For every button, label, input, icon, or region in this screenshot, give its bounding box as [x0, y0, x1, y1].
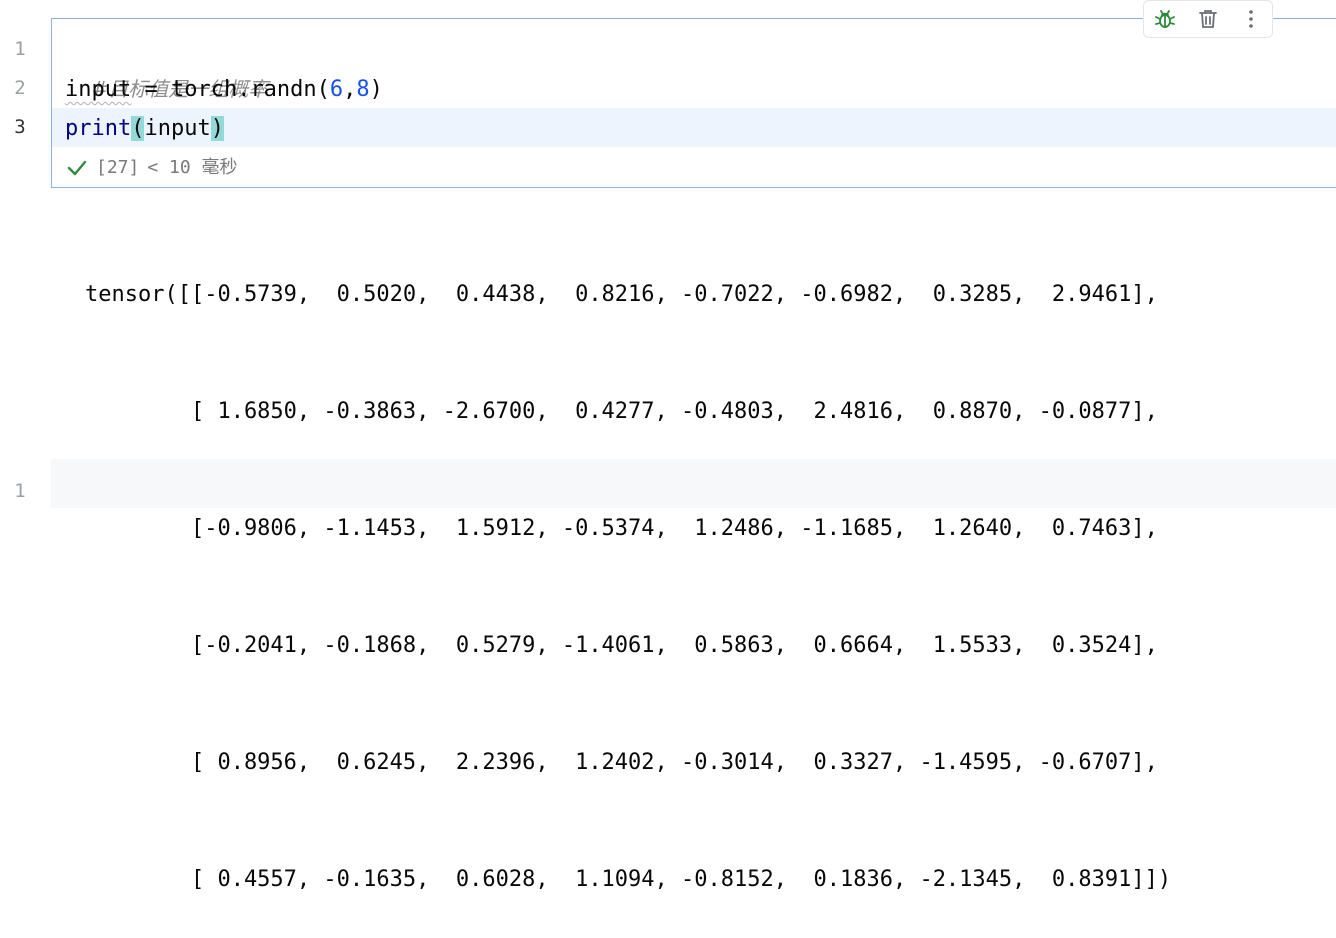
- current-line-highlight: [52, 108, 1336, 147]
- line-number-3: 3: [14, 116, 26, 138]
- code-paren-close: ): [210, 116, 224, 141]
- more-vertical-icon: [1248, 10, 1253, 28]
- output-line: [ 0.8956, 0.6245, 2.2396, 1.2402, -0.301…: [85, 750, 1158, 775]
- output-line: [-0.9806, -1.1453, 1.5912, -0.5374, 1.24…: [85, 516, 1158, 541]
- code-number: 6: [329, 77, 344, 102]
- code-argument: input: [144, 116, 211, 141]
- output-line: [ 1.6850, -0.3863, -2.6700, 0.4277, -0.4…: [85, 399, 1158, 424]
- check-icon: [67, 160, 87, 176]
- code-builtin-function: print: [65, 116, 132, 141]
- execution-status: [27] < 10 毫秒: [66, 153, 238, 183]
- execution-duration: < 10 毫秒: [147, 157, 238, 178]
- output-line: [-0.2041, -0.1868, 0.5279, -1.4061, 0.58…: [85, 633, 1158, 658]
- line-number-1: 1: [14, 38, 26, 60]
- code-text: = torch.randn(: [131, 77, 330, 102]
- execution-count: [27]: [96, 157, 140, 178]
- code-line-3[interactable]: print(input): [65, 109, 224, 148]
- next-cell-line-number-1: 1: [14, 480, 26, 502]
- output-line: [ 0.4557, -0.1635, 0.6028, 1.1094, -0.81…: [85, 867, 1172, 892]
- output-line: tensor([[-0.5739, 0.5020, 0.4438, 0.8216…: [85, 282, 1158, 307]
- bug-icon: [1155, 10, 1176, 28]
- next-code-cell[interactable]: [51, 459, 1336, 508]
- code-paren: ): [369, 77, 383, 102]
- cell-toolbar: [1143, 0, 1273, 38]
- delete-cell-button[interactable]: [1194, 5, 1222, 33]
- line-number-2: 2: [14, 77, 26, 99]
- cell-output: tensor([[-0.5739, 0.5020, 0.4438, 0.8216…: [85, 197, 1171, 938]
- code-line-1[interactable]: #目标值是一组概率: [65, 31, 269, 101]
- code-line-2[interactable]: input = torch.randn(6,8): [65, 70, 383, 109]
- more-actions-button[interactable]: [1237, 5, 1265, 33]
- code-number: 8: [356, 77, 370, 102]
- code-comma: ,: [343, 77, 357, 102]
- trash-icon: [1199, 10, 1217, 28]
- code-variable: input: [65, 77, 132, 102]
- debug-button[interactable]: [1151, 5, 1179, 33]
- code-paren-open: (: [131, 116, 145, 141]
